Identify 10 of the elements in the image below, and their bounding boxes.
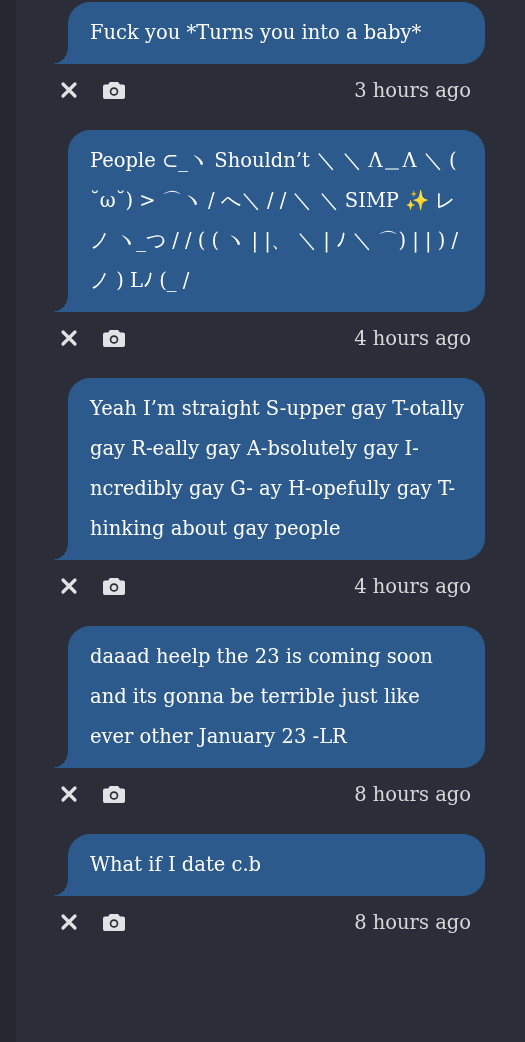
- timestamp: 4 hours ago: [354, 574, 471, 598]
- timestamp: 8 hours ago: [354, 910, 471, 934]
- message-bubble: Fuck you *Turns you into a baby*: [52, 2, 485, 64]
- message-bubble: daaad heelp the 23 is coming soon and its gonna be terrible just like ever other January 23 -LR: [52, 626, 485, 768]
- message-bubble: What if I date c.b: [52, 834, 485, 896]
- timestamp: 3 hours ago: [354, 78, 471, 102]
- message-bubble: People ⊂_ヽ Shouldn’t ＼ ＼ Λ＿Λ ＼ ( ˘ω˘) > ⌒ヽ / へ＼ / / ＼ ＼ SIMP ✨ レノ ヽ_つ / / ( ( ヽ | |、 ＼ | ﾉ ＼ ⌒) | | ) / ノ ) Lﾉ (_ /: [52, 130, 485, 312]
- timestamp: 8 hours ago: [354, 782, 471, 806]
- message-bubble: Yeah I’m straight S-upper gay T-otally gay R-eally gay A-bsolutely gay I- ncredibly gay G- ay H-opefully gay T- hinking about gay people: [52, 378, 485, 560]
- timestamp: 4 hours ago: [354, 326, 471, 350]
